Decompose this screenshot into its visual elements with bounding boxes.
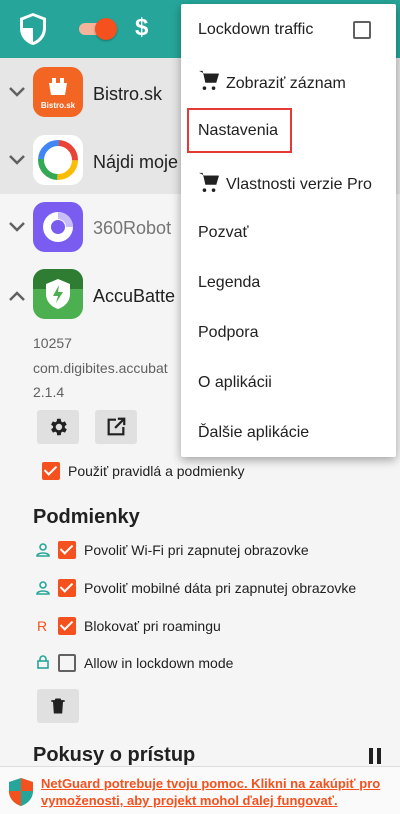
open-app-button[interactable] (95, 410, 137, 444)
person-icon (36, 543, 50, 557)
trash-icon (51, 698, 65, 714)
chevron-up-icon[interactable] (8, 290, 26, 302)
open-external-icon (107, 417, 126, 436)
condition-roaming-label: Blokovať pri roamingu (84, 618, 221, 634)
access-attempts-title: Pokusy o prístup (33, 744, 196, 766)
menu-item-show-log[interactable]: Zobraziť záznam (181, 56, 396, 106)
menu-item-more-apps[interactable]: Ďalšie aplikácie (181, 406, 396, 456)
360robot-icon (33, 202, 83, 252)
app-package: com.digibites.accubat (33, 360, 168, 376)
overflow-menu: Lockdown traffic Zobraziť záznam Nastave… (181, 4, 396, 457)
app-settings-button[interactable] (37, 410, 79, 444)
gear-icon (51, 418, 67, 436)
accubattery-icon (33, 269, 83, 319)
menu-item-label: Vlastnosti verzie Pro (226, 176, 372, 193)
apply-rules-label: Použiť pravidlá a podmienky (68, 463, 245, 479)
bistro-logo-text: Bistro.sk (40, 101, 76, 110)
menu-item-label: Pozvať (198, 224, 249, 241)
person-icon (36, 581, 50, 595)
lockdown-toggle[interactable] (79, 18, 117, 40)
menu-item-label: Zobraziť záznam (226, 75, 346, 92)
menu-item-pro-features[interactable]: Vlastnosti verzie Pro (181, 158, 396, 208)
app-name: Bistro.sk (93, 84, 163, 104)
chevron-down-icon[interactable] (8, 221, 26, 233)
chevron-down-icon[interactable] (8, 86, 26, 98)
cart-icon (199, 172, 219, 192)
condition-wifi-label: Povoliť Wi-Fi pri zapnutej obrazovke (84, 542, 309, 558)
menu-item-label: Ďalšie aplikácie (198, 424, 310, 441)
pause-icon[interactable] (368, 748, 382, 764)
condition-roaming-checkbox[interactable] (58, 617, 76, 635)
condition-mobile-label: Povoliť mobilné dáta pri zapnutej obrazo… (84, 580, 357, 596)
app-name: Nájdi moje (93, 152, 179, 172)
condition-mobile-checkbox[interactable] (58, 579, 76, 597)
shield-icon[interactable] (18, 12, 48, 46)
highlight-box (187, 108, 292, 153)
app-version: 2.1.4 (33, 384, 65, 400)
menu-item-label: Podpora (198, 324, 259, 341)
app-uid: 10257 (33, 335, 72, 351)
lockdown-traffic-checkbox[interactable] (353, 21, 371, 39)
netguard-shield-icon (9, 778, 33, 806)
support-banner-text[interactable]: NetGuard potrebuje tvoju pomoc. Klikni n… (41, 775, 393, 809)
delete-button[interactable] (37, 689, 79, 723)
support-banner[interactable]: NetGuard potrebuje tvoju pomoc. Klikni n… (0, 766, 400, 814)
chevron-down-icon[interactable] (8, 154, 26, 166)
app-name: 360Robot (93, 218, 172, 238)
roaming-icon: R (37, 618, 48, 634)
menu-item-label: Legenda (198, 274, 261, 291)
conditions-title: Podmienky (33, 506, 140, 528)
menu-item-about[interactable]: O aplikácii (181, 356, 396, 406)
condition-lockdown-checkbox[interactable] (58, 654, 76, 672)
menu-item-support[interactable]: Podpora (181, 306, 396, 356)
menu-item-legend[interactable]: Legenda (181, 256, 396, 306)
toggle-thumb (95, 18, 117, 40)
menu-item-lockdown-traffic[interactable]: Lockdown traffic (181, 4, 396, 54)
find-my-device-icon (33, 135, 83, 185)
condition-lockdown-label: Allow in lockdown mode (84, 655, 234, 671)
lock-icon (37, 655, 49, 669)
apply-rules-checkbox[interactable] (42, 462, 60, 480)
pro-button[interactable]: $ (135, 14, 148, 42)
app-name: AccuBatte (93, 286, 176, 306)
menu-item-label: Lockdown traffic (198, 21, 314, 38)
menu-item-label: O aplikácii (198, 374, 272, 391)
bistro-icon: Bistro.sk (33, 67, 83, 117)
menu-item-invite[interactable]: Pozvať (181, 206, 396, 256)
condition-wifi-checkbox[interactable] (58, 541, 76, 559)
cart-icon (199, 70, 219, 90)
